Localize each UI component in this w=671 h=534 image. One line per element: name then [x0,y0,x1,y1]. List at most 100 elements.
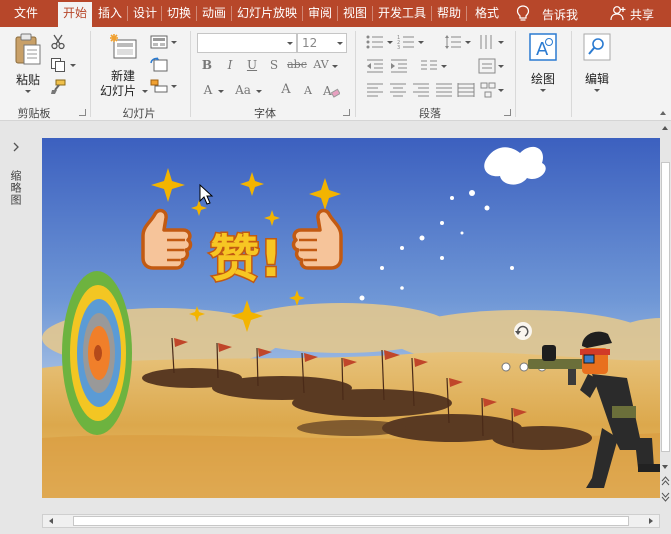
justify-icon[interactable] [435,83,453,97]
next-slide-icon[interactable] [661,492,670,502]
font-color-button[interactable]: A [200,83,216,97]
chevron-down-icon[interactable] [256,90,262,93]
tab-design[interactable]: 设计 [130,0,160,27]
tab-separator [466,6,467,21]
tab-format[interactable]: 格式 [470,0,504,27]
columns-icon[interactable] [420,59,438,73]
tab-separator [431,6,432,21]
increase-font-button[interactable]: A [278,82,294,97]
chevron-down-icon[interactable] [441,65,447,68]
new-slide-button[interactable]: 新建 幻灯片 [96,33,150,105]
tab-insert[interactable]: 插入 [95,0,125,27]
chevron-down-icon[interactable] [498,65,504,68]
paste-label: 粘贴 [15,73,40,87]
clipboard-paste-icon [15,33,41,65]
chevron-down-icon[interactable] [387,41,393,44]
increase-indent-icon[interactable] [390,59,408,73]
share-button[interactable]: 共享 [608,0,668,27]
dialog-launcher-icon[interactable] [79,109,86,116]
horizontal-scrollbar[interactable] [42,514,660,528]
tab-review[interactable]: 审阅 [305,0,335,27]
distributed-icon[interactable] [457,83,475,97]
chevron-down-icon[interactable] [218,90,224,93]
scroll-up-arrow-icon[interactable] [662,126,668,130]
collapse-ribbon-icon[interactable] [660,111,666,115]
tab-slideshow[interactable]: 幻灯片放映 [234,0,300,27]
previous-slide-icon[interactable] [661,476,670,486]
chevron-down-icon[interactable] [70,64,76,67]
slide-artwork: 赞! [42,138,661,498]
new-slide-label-line2: 幻灯片 [99,84,136,98]
decrease-font-button[interactable]: A [300,84,316,97]
italic-button[interactable]: I [222,58,238,72]
rotate-handle-icon[interactable] [514,322,532,340]
reset-slide-icon[interactable] [150,57,168,73]
paste-button[interactable]: 粘贴 [8,33,48,93]
clear-format-icon[interactable]: A [322,83,340,99]
chevron-down-icon[interactable] [418,41,424,44]
cut-icon[interactable] [50,34,66,50]
tab-separator [302,6,303,21]
line-spacing-icon[interactable] [444,35,462,49]
person-plus-icon [610,6,626,21]
numbering-icon[interactable]: 123 [397,35,415,49]
tab-view[interactable]: 视图 [340,0,370,27]
font-size-value: 12 [302,36,318,50]
scroll-down-arrow-icon[interactable] [662,465,668,469]
tab-help[interactable]: 帮助 [434,0,464,27]
align-left-icon[interactable] [366,83,384,97]
copy-icon[interactable] [50,57,66,73]
vertical-scrollbar[interactable] [660,122,671,512]
drawing-button[interactable]: A 绘图 [522,33,564,99]
lightbulb-icon [516,5,530,21]
tab-home[interactable]: 开始 [58,2,92,27]
change-case-button[interactable]: Aa [232,83,254,97]
chevron-down-icon[interactable] [171,41,177,44]
paragraph-group-label: 段落 [419,107,441,120]
shadow-button[interactable]: S [266,58,282,72]
chevron-down-icon[interactable] [332,65,338,68]
tell-me-box[interactable]: 告诉我 [512,0,584,27]
scroll-left-arrow-icon[interactable] [49,518,53,524]
chevron-down-icon[interactable] [465,41,471,44]
svg-text:3: 3 [397,45,400,49]
decrease-indent-icon[interactable] [366,59,384,73]
smartart-icon[interactable] [480,82,496,98]
tab-transitions[interactable]: 切换 [164,0,194,27]
chevron-right-icon[interactable] [11,142,21,152]
underline-button[interactable]: U [244,58,260,72]
strikethrough-button[interactable]: abc [286,58,308,71]
editing-button[interactable]: 编辑 [576,33,618,99]
vertical-scroll-thumb[interactable] [661,162,670,452]
tab-file[interactable]: 文件 [6,0,46,27]
section-icon[interactable] [150,79,168,93]
dialog-launcher-icon[interactable] [343,109,350,116]
svg-text:A: A [322,84,332,98]
chevron-down-icon [287,42,293,45]
horizontal-scroll-thumb[interactable] [73,516,629,526]
align-text-icon[interactable] [478,58,496,74]
font-group-label: 字体 [254,107,276,120]
dialog-launcher-icon[interactable] [504,109,511,116]
text-direction-icon[interactable] [478,34,496,50]
layout-icon[interactable] [150,35,168,49]
slide-canvas[interactable]: 赞! [42,138,661,498]
clipboard-group-label: 剪贴板 [17,107,51,120]
chevron-down-icon[interactable] [171,85,177,88]
align-center-icon[interactable] [389,83,407,97]
chevron-down-icon[interactable] [498,89,504,92]
tab-separator [231,6,232,21]
tab-animations[interactable]: 动画 [199,0,229,27]
ribbon-tab-bar: 文件 开始 插入 设计 切换 动画 幻灯片放映 审阅 视图 开发工具 帮助 格式… [0,0,671,27]
chevron-down-icon[interactable] [498,41,504,44]
align-right-icon[interactable] [412,83,430,97]
scroll-right-arrow-icon[interactable] [649,518,653,524]
font-size-dropdown[interactable]: 12 [297,33,347,53]
font-name-dropdown[interactable] [197,33,297,53]
format-painter-icon[interactable] [50,79,66,95]
bullets-icon[interactable] [366,35,384,49]
char-spacing-button[interactable]: AV [311,58,331,71]
tab-developer[interactable]: 开发工具 [375,0,429,27]
chevron-down-icon [337,42,343,45]
bold-button[interactable]: B [199,58,215,72]
